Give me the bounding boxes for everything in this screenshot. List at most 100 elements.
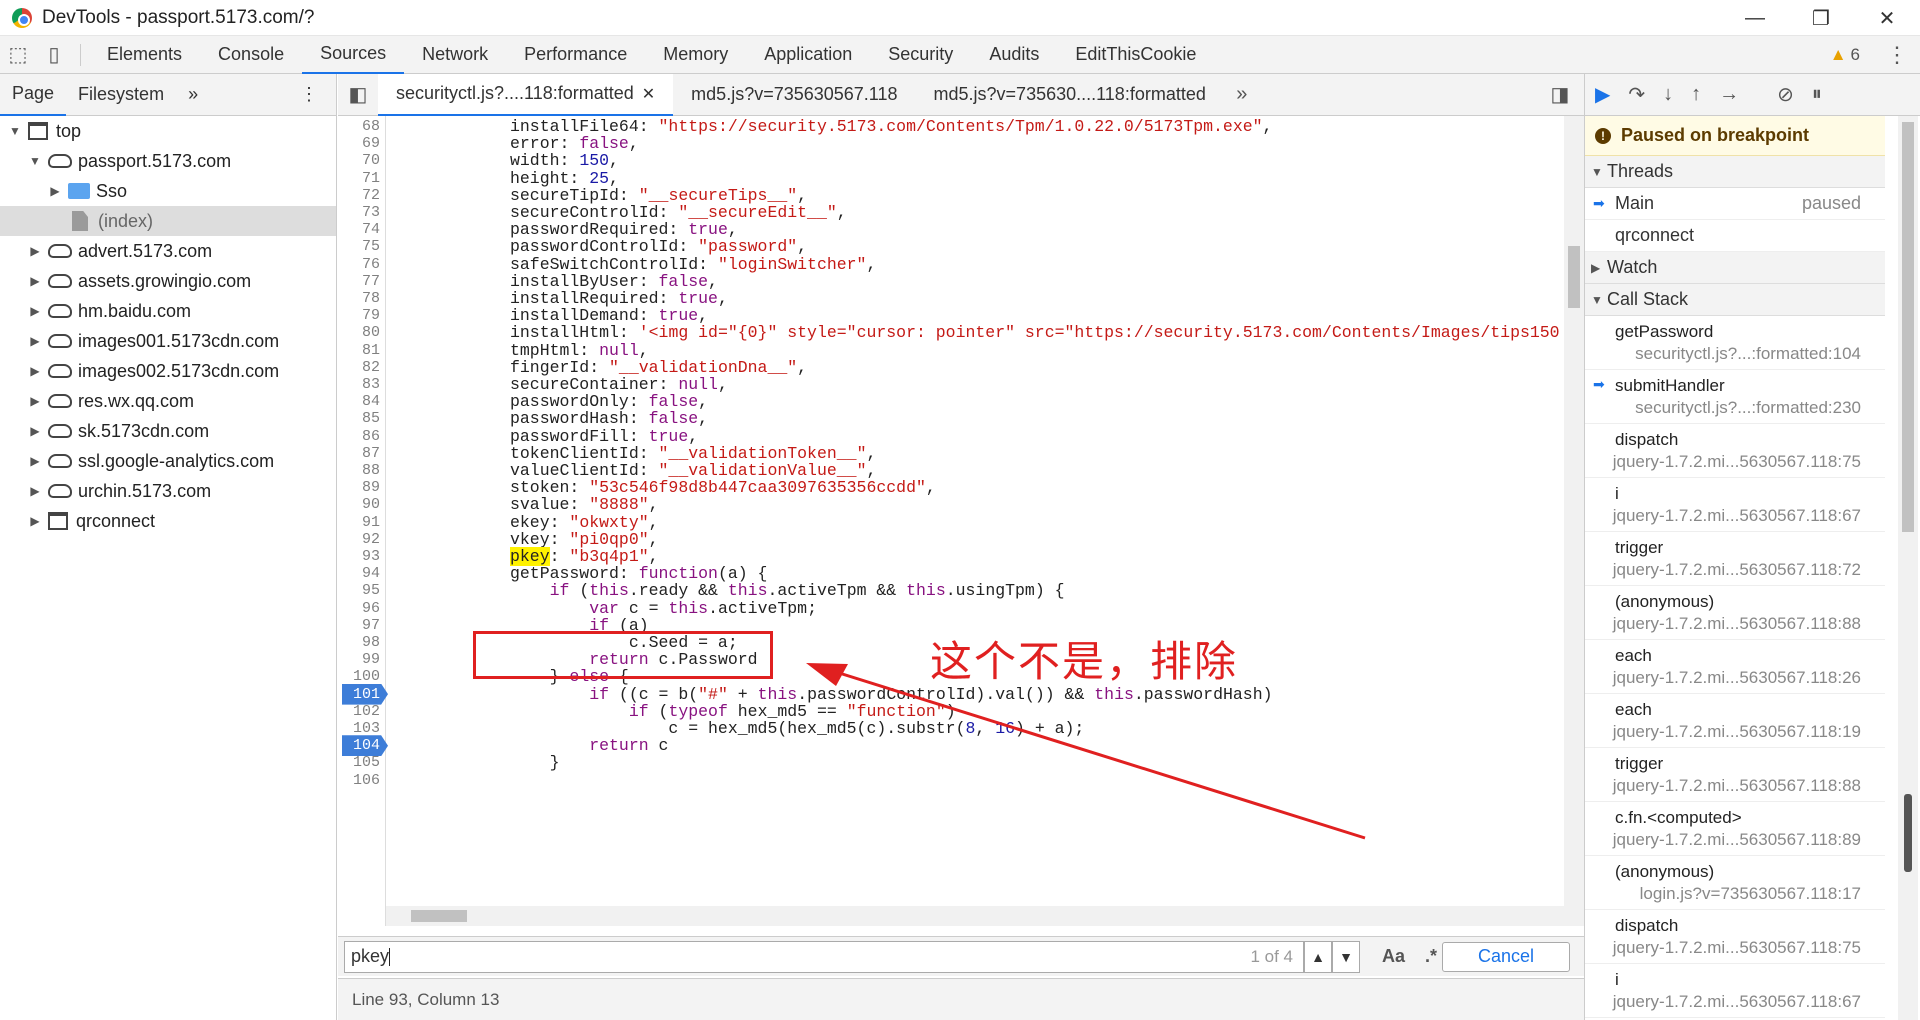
- call-frame[interactable]: each jquery-1.7.2.mi...5630567.118:19: [1585, 694, 1885, 748]
- expanded-arrow-icon[interactable]: ▼: [28, 154, 42, 168]
- close-window-button[interactable]: ✕: [1854, 0, 1920, 36]
- tab-page[interactable]: Page: [0, 74, 67, 116]
- code-area[interactable]: 68 installFile64: "https://security.5173.…: [338, 116, 1564, 926]
- scrollbar-thumb[interactable]: [1902, 122, 1914, 532]
- pause-on-exceptions-icon[interactable]: ⏸: [1812, 83, 1822, 106]
- device-toggle-icon[interactable]: ▯: [36, 36, 72, 74]
- code-line[interactable]: 106: [338, 770, 1564, 791]
- expanded-arrow-icon[interactable]: ▼: [8, 124, 22, 138]
- tree-item[interactable]: ▶ hm.baidu.com: [0, 296, 336, 326]
- tab-sources[interactable]: Sources: [302, 36, 405, 74]
- minimize-button[interactable]: —: [1722, 0, 1788, 36]
- tab-network[interactable]: Network: [404, 36, 506, 74]
- collapsed-arrow-icon[interactable]: ▶: [28, 424, 42, 438]
- tree-item[interactable]: ▼ top: [0, 116, 336, 146]
- resume-icon[interactable]: ▶: [1595, 82, 1610, 107]
- collapsed-arrow-icon[interactable]: ▶: [28, 364, 42, 378]
- tab-console[interactable]: Console: [200, 36, 302, 74]
- collapsed-arrow-icon[interactable]: ▶: [28, 274, 42, 288]
- call-frame[interactable]: ➡ submitHandler securityctl.js?...:formatt…: [1585, 370, 1885, 424]
- scrollbar-thumb-secondary[interactable]: [1904, 794, 1912, 872]
- collapsed-arrow-icon[interactable]: ▶: [28, 514, 42, 528]
- tree-item[interactable]: ▶ res.wx.qq.com: [0, 386, 336, 416]
- deactivate-breakpoints-icon[interactable]: ⊘: [1777, 82, 1794, 107]
- tab-elements[interactable]: Elements: [89, 36, 200, 74]
- more-options-icon[interactable]: ⋮: [1886, 36, 1908, 74]
- tree-item-label: ssl.google-analytics.com: [78, 450, 275, 471]
- collapsed-arrow-icon[interactable]: ▶: [28, 484, 42, 498]
- step-over-icon[interactable]: ↷: [1628, 82, 1645, 107]
- tab-application[interactable]: Application: [746, 36, 870, 74]
- toggle-debugger-icon[interactable]: ◨: [1542, 76, 1578, 114]
- more-editor-tabs-icon[interactable]: »: [1224, 76, 1260, 114]
- cancel-search-button[interactable]: Cancel: [1442, 941, 1570, 972]
- call-frame[interactable]: c.fn.<computed> jquery-1.7.2.mi...5630567…: [1585, 802, 1885, 856]
- callstack-section-header[interactable]: ▼ Call Stack: [1585, 284, 1885, 316]
- tree-item[interactable]: (index): [0, 206, 336, 236]
- collapsed-arrow-icon[interactable]: ▶: [28, 334, 42, 348]
- regex-button[interactable]: .*: [1425, 946, 1437, 967]
- call-frame[interactable]: each jquery-1.7.2.mi...5630567.118:26: [1585, 640, 1885, 694]
- collapsed-arrow-icon[interactable]: ▶: [28, 304, 42, 318]
- editor-tab-md5[interactable]: md5.js?v=735630567.118: [673, 74, 915, 116]
- editor-vertical-scrollbar[interactable]: [1564, 116, 1584, 926]
- editor-tab-securityctl[interactable]: securityctl.js?....118:formatted ✕: [378, 73, 674, 116]
- thread-main[interactable]: ➡ Main paused: [1585, 188, 1885, 220]
- scrollbar-thumb[interactable]: [411, 910, 467, 922]
- tree-item[interactable]: ▶ ssl.google-analytics.com: [0, 446, 336, 476]
- call-frame[interactable]: trigger jquery-1.7.2.mi...5630567.118:72: [1585, 532, 1885, 586]
- call-frame[interactable]: (anonymous) login.js?v=735630567.118:17: [1585, 856, 1885, 910]
- call-frame[interactable]: getPassword securityctl.js?...:formatted:…: [1585, 316, 1885, 370]
- line-number[interactable]: 106: [338, 770, 380, 791]
- tab-security[interactable]: Security: [870, 36, 971, 74]
- debugger-scrollbar[interactable]: [1898, 116, 1918, 1020]
- tab-memory[interactable]: Memory: [645, 36, 746, 74]
- thread-qrconnect[interactable]: qrconnect: [1585, 220, 1885, 252]
- tab-audits[interactable]: Audits: [971, 36, 1057, 74]
- more-tabs-icon[interactable]: »: [176, 74, 210, 116]
- collapsed-arrow-icon[interactable]: ▶: [28, 454, 42, 468]
- frame-function: i: [1615, 484, 1619, 503]
- editor-horizontal-scrollbar[interactable]: [386, 906, 1564, 926]
- tree-item[interactable]: ▶ images002.5173cdn.com: [0, 356, 336, 386]
- previous-match-button[interactable]: ▲: [1304, 940, 1332, 973]
- tree-item[interactable]: ▶ assets.growingio.com: [0, 266, 336, 296]
- call-frame[interactable]: dispatch jquery-1.7.2.mi...5630567.118:75: [1585, 424, 1885, 478]
- editor-tab-md5-formatted[interactable]: md5.js?v=735630....118:formatted: [916, 74, 1224, 116]
- collapsed-arrow-icon[interactable]: ▶: [28, 244, 42, 258]
- watch-section-header[interactable]: ▶ Watch: [1585, 252, 1885, 284]
- collapsed-arrow-icon[interactable]: ▶: [28, 394, 42, 408]
- inspect-element-icon[interactable]: ⬚: [0, 36, 36, 74]
- step-icon[interactable]: →: [1719, 83, 1739, 106]
- step-into-icon[interactable]: ↓: [1663, 83, 1673, 106]
- tree-item[interactable]: ▶ Sso: [0, 176, 336, 206]
- frame-location: jquery-1.7.2.mi...5630567.118:72: [1612, 560, 1861, 579]
- call-frame[interactable]: (anonymous) jquery-1.7.2.mi...5630567.118…: [1585, 586, 1885, 640]
- navigator-menu-icon[interactable]: ⋮: [288, 74, 336, 116]
- tree-item[interactable]: ▶ images001.5173cdn.com: [0, 326, 336, 356]
- tree-item[interactable]: ▼ passport.5173.com: [0, 146, 336, 176]
- tree-item[interactable]: ▶ qrconnect: [0, 506, 336, 536]
- tab-filesystem[interactable]: Filesystem: [66, 74, 176, 116]
- scrollbar-thumb[interactable]: [1568, 246, 1580, 308]
- call-frame[interactable]: i jquery-1.7.2.mi...5630567.118:67: [1585, 478, 1885, 532]
- warnings-counter[interactable]: ▲ 6: [1830, 36, 1860, 74]
- next-match-button[interactable]: ▼: [1332, 940, 1360, 973]
- tree-item[interactable]: ▶ advert.5173.com: [0, 236, 336, 266]
- maximize-button[interactable]: ❐: [1788, 0, 1854, 36]
- call-frame[interactable]: dispatch jquery-1.7.2.mi...5630567.118:75: [1585, 910, 1885, 964]
- match-case-button[interactable]: Aa: [1382, 946, 1405, 967]
- threads-section-header[interactable]: ▼ Threads: [1585, 156, 1885, 188]
- close-tab-icon[interactable]: ✕: [642, 84, 655, 104]
- frame-function: dispatch: [1615, 430, 1679, 449]
- search-input[interactable]: pkey 1 of 4: [344, 940, 1304, 973]
- tab-editthiscookie[interactable]: EditThisCookie: [1057, 36, 1214, 74]
- tree-item[interactable]: ▶ urchin.5173.com: [0, 476, 336, 506]
- tab-performance[interactable]: Performance: [506, 36, 645, 74]
- toggle-navigator-icon[interactable]: ◧: [338, 76, 378, 114]
- collapsed-arrow-icon[interactable]: ▶: [48, 184, 62, 198]
- tree-item[interactable]: ▶ sk.5173cdn.com: [0, 416, 336, 446]
- call-frame[interactable]: i jquery-1.7.2.mi...5630567.118:67: [1585, 964, 1885, 1018]
- step-out-icon[interactable]: ↑: [1691, 83, 1701, 106]
- call-frame[interactable]: trigger jquery-1.7.2.mi...5630567.118:88: [1585, 748, 1885, 802]
